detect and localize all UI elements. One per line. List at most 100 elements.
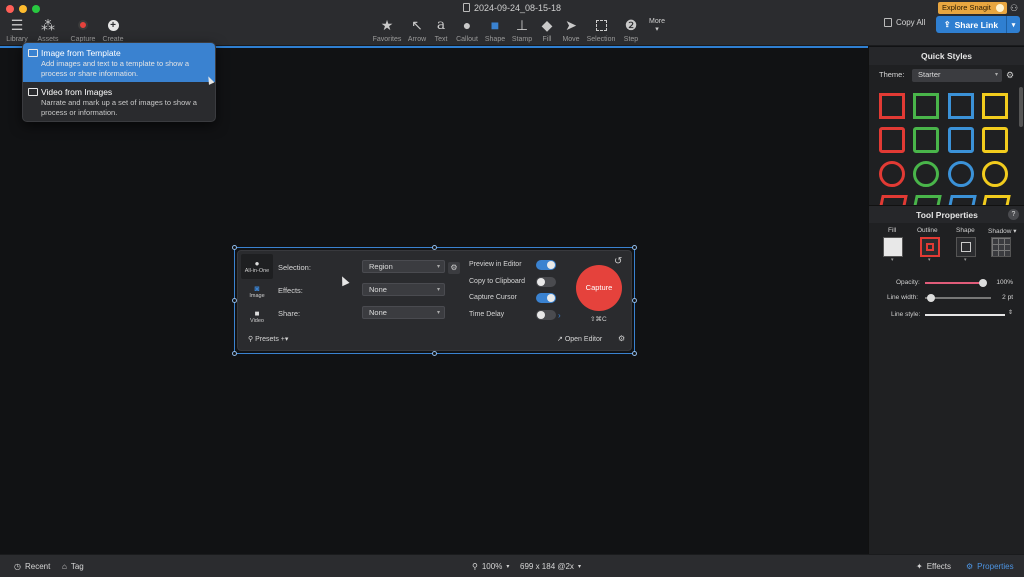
copy-icon [884,18,892,27]
outline-label: Outline [917,227,938,234]
shadow-swatch[interactable] [991,237,1011,257]
shape-swatch[interactable] [956,237,976,257]
shape-label: Shape [956,227,975,234]
step-icon: ❷ [624,16,638,33]
style-square-green[interactable] [913,93,939,119]
fill-dropdown[interactable]: ▾ [891,257,894,263]
line-style-select[interactable] [925,314,1005,316]
style-square-blue[interactable] [948,93,974,119]
share-link-dropdown[interactable]: ▾ [1006,16,1020,33]
resize-handle[interactable] [232,351,237,356]
shape-dropdown[interactable]: ▾ [964,257,967,263]
shape-preview [961,242,971,252]
camera-icon: ◙ [254,284,260,293]
add-icon: +▾ [280,336,289,343]
share-link-main[interactable]: ⇪ Share Link [936,20,1006,30]
effects-button[interactable]: ✦ Effects [916,562,951,571]
style-circle-yellow[interactable] [982,161,1008,187]
capture-modes: ● All-in-One ◙ Image ■ Video [241,254,273,326]
chevron-right-icon: › [558,311,561,320]
selection-select: Region ▾ [362,260,445,273]
quick-styles-header: Quick Styles [869,47,1024,65]
share-link-button[interactable]: ⇪ Share Link ▾ [936,16,1020,33]
capture-cursor-toggle [536,293,556,303]
properties-button[interactable]: ⚙ Properties [966,562,1014,571]
zoom-icon: ⚲ [472,562,478,571]
theme-select[interactable]: Starter ▾ [912,69,1002,82]
resize-handle[interactable] [632,245,637,250]
capture-record-icon [78,16,88,34]
external-link-icon: ↗ [557,336,563,343]
chevron-down-icon: ▾ [436,264,440,270]
menu-item-video-from-images[interactable]: Video from Images Narrate and mark up a … [23,82,215,121]
account-icon[interactable]: ⚇ [1010,3,1018,14]
theme-label: Theme: [879,70,905,79]
capture-button[interactable]: Capture [66,16,100,43]
line-width-slider-knob[interactable] [927,294,935,302]
dimensions-control[interactable]: 699 x 184 @2x ▾ [520,562,581,571]
quick-styles-scrollbar[interactable] [1019,87,1023,127]
resize-handle[interactable] [432,351,437,356]
move-cursor-icon: ➤ [565,16,577,33]
opacity-value[interactable]: 100% [991,279,1013,286]
share-select: None ▾ [362,306,445,319]
more-tools-button[interactable]: More ▾ [640,16,674,33]
style-rounded-green[interactable] [913,127,939,153]
chevron-down-icon: ▾ [436,287,440,293]
outline-dropdown[interactable]: ▾ [928,257,931,263]
template-icon [28,49,38,57]
preview-in-editor-toggle [536,260,556,270]
search-icon: ⚲ [248,336,254,343]
tool-move[interactable]: ➤ Move [554,16,588,44]
fill-swatch[interactable] [883,237,903,257]
gear-icon[interactable]: ⚙ [1006,70,1014,81]
tag-icon: ⌂ [62,562,67,571]
tool-selection[interactable]: Selection [584,16,618,43]
time-delay-toggle [536,310,556,320]
menu-item-image-from-template[interactable]: Image from Template Add images and text … [23,43,215,82]
copy-to-clipboard-label: Copy to Clipboard [469,278,526,285]
assets-button[interactable]: ⁂ Assets [31,16,65,44]
time-delay-label: Time Delay [469,311,505,318]
gear-icon: ⚙ [448,262,460,274]
shape-icon: ■ [490,17,500,33]
style-circle-green[interactable] [913,161,939,187]
style-rounded-yellow[interactable] [982,127,1008,153]
recent-button[interactable]: ◷ Recent [14,562,50,571]
tool-favorites[interactable]: ★ Favorites [370,16,404,44]
chevron-down-icon: ▾ [577,564,581,570]
share-icon: ⇪ [943,20,951,29]
style-circle-blue[interactable] [948,161,974,187]
tag-button[interactable]: ⌂ Tag [62,562,84,571]
help-icon[interactable]: ? [1008,209,1019,220]
mode-image: ◙ Image [249,284,265,299]
create-button[interactable]: + Create [96,16,130,43]
shadow-label[interactable]: Shadow ▾ [988,227,1017,235]
style-rounded-red[interactable] [879,127,905,153]
tool-properties-header: Tool Properties [869,205,1024,223]
style-square-yellow[interactable] [982,93,1008,119]
opacity-slider-knob[interactable] [979,279,987,287]
chevron-down-icon: ▾ [506,564,510,570]
line-width-value[interactable]: 2 pt [993,294,1013,301]
mode-video: ■ Video [250,309,264,324]
line-style-stepper-icon[interactable]: ⇕ [1008,309,1013,316]
effects-select: None ▾ [362,283,445,296]
copy-to-clipboard-toggle [536,277,556,287]
resize-handle[interactable] [232,245,237,250]
chevron-down-icon: ▾ [655,26,659,33]
outline-swatch[interactable] [920,237,940,257]
zoom-control[interactable]: ⚲ 100% ▾ [472,562,509,571]
copy-all-button[interactable]: Copy All [884,18,925,27]
style-rounded-blue[interactable] [948,127,974,153]
open-editor-control: ↗ Open Editor [557,336,603,343]
style-circle-red[interactable] [879,161,905,187]
resize-handle[interactable] [632,351,637,356]
callout-icon: ● [462,17,472,33]
magic-wand-icon: ✦ [916,562,923,571]
resize-handle[interactable] [632,298,637,303]
opacity-slider-track[interactable] [925,282,983,284]
library-button[interactable]: ☰ Library [0,16,34,44]
explore-snagit-button[interactable]: Explore Snagit [938,2,1007,14]
style-square-red[interactable] [879,93,905,119]
